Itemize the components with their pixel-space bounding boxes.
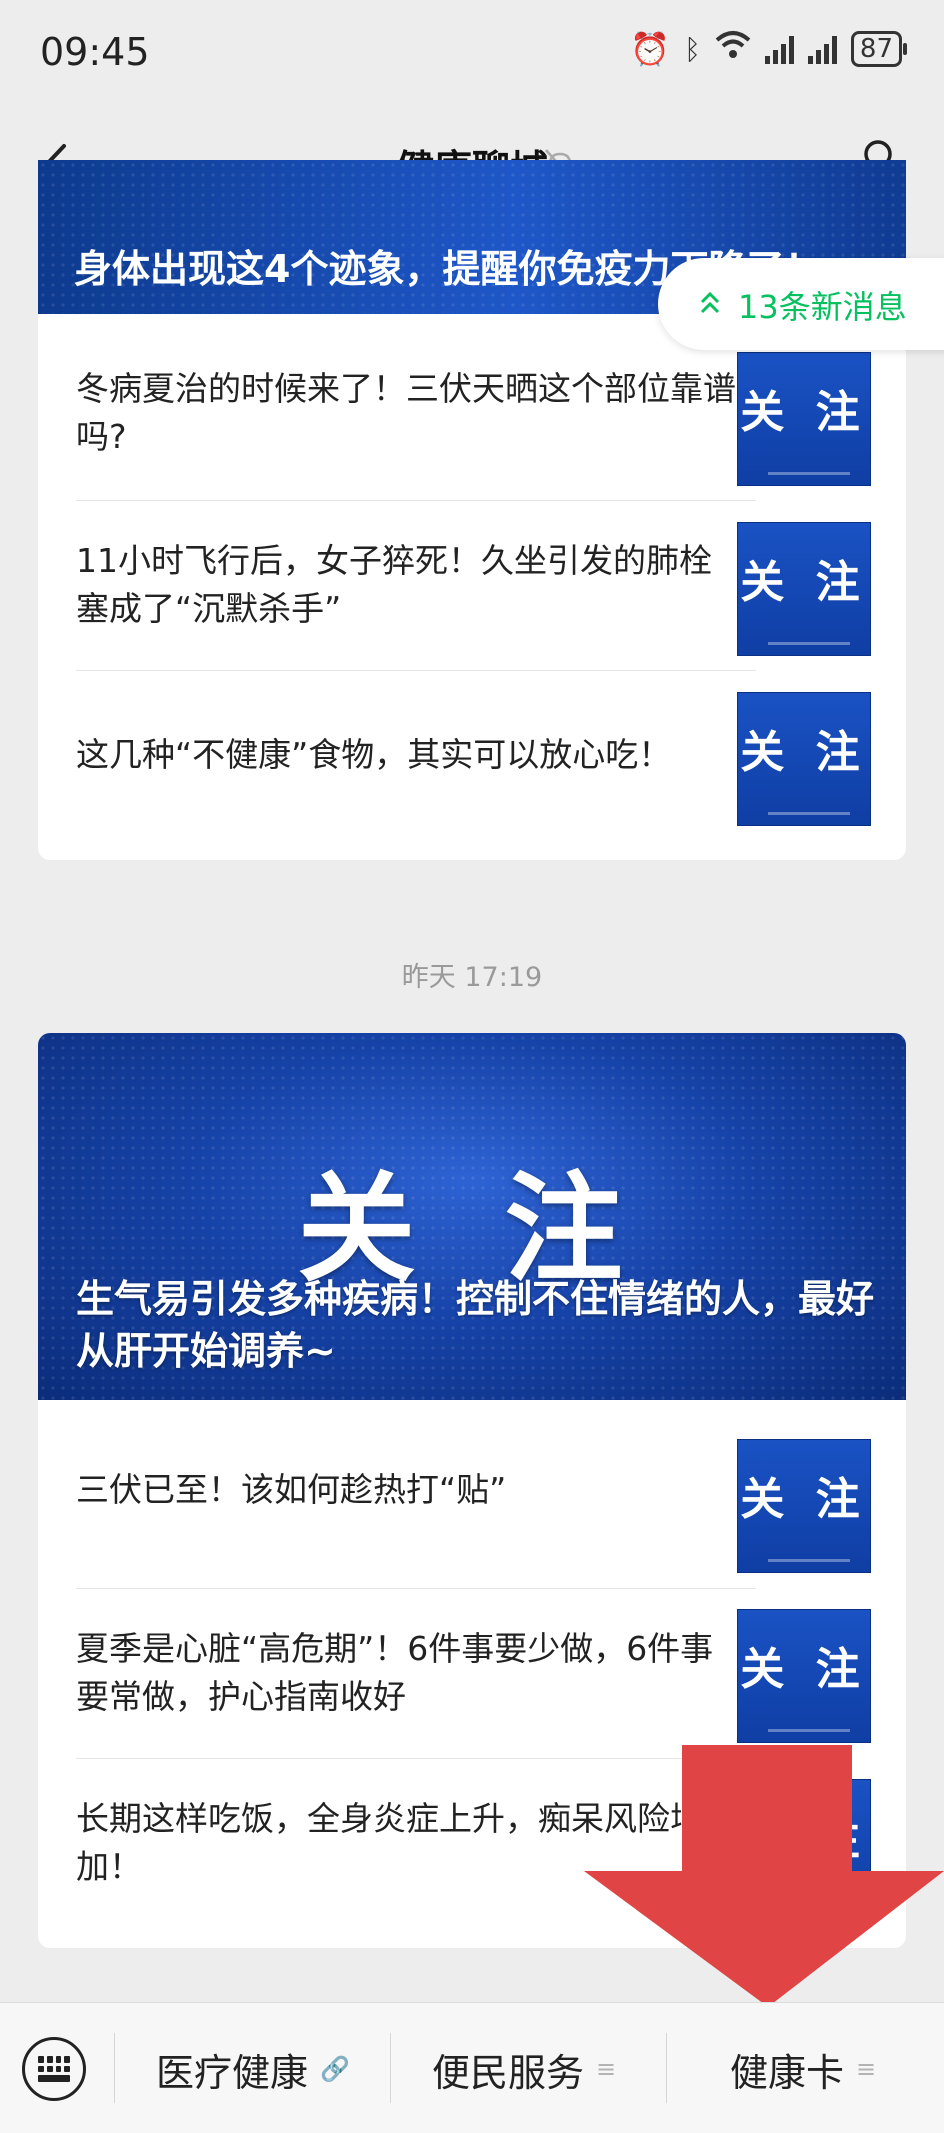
menu-icon: ≡ xyxy=(856,2055,877,2083)
article-thumbnail[interactable]: 关 注 xyxy=(737,692,871,826)
battery-indicator: 87 xyxy=(850,31,908,67)
menu-item-label: 便民服务 xyxy=(432,2050,585,2095)
status-icons: ⏰ ᛒ 87 xyxy=(630,30,908,68)
article-title: 夏季是心脏“高危期”！6件事要少做，6件事要常做，护心指南收好 xyxy=(76,1629,714,1716)
status-time: 09:45 xyxy=(40,30,150,74)
bluetooth-icon: ᛒ xyxy=(684,32,701,66)
message-timestamp: 昨天 17:19 xyxy=(401,962,543,993)
menu-item-convenience-services[interactable]: 便民服务 ≡ xyxy=(432,2041,616,2097)
status-bar: 09:45 ⏰ ᛒ 87 xyxy=(0,0,944,110)
menu-item-label: 医疗健康 xyxy=(156,2050,309,2095)
list-item[interactable]: 11小时飞行后，女子猝死！久坐引发的肺栓塞成了“沉默杀手” xyxy=(76,500,756,670)
article-banner-2[interactable]: 关 注 生气易引发多种疾病！控制不住情绪的人，最好从肝开始调养~ xyxy=(38,1033,906,1400)
menu-item-medical-health[interactable]: 医疗健康 🔗 xyxy=(156,2041,350,2097)
bottom-menu: 医疗健康 🔗 便民服务 ≡ 健康卡 ≡ xyxy=(0,2002,944,2133)
list-item[interactable]: 冬病夏治的时候来了！三伏天晒这个部位靠谱吗? xyxy=(76,328,756,498)
link-icon: 🔗 xyxy=(320,2055,350,2083)
article-thumbnail[interactable]: 关 注 xyxy=(737,1439,871,1573)
wifi-icon xyxy=(715,30,751,68)
list-item[interactable]: 夏季是心脏“高危期”！6件事要少做，6件事要常做，护心指南收好 xyxy=(76,1588,756,1758)
red-arrow-annotation xyxy=(584,1745,944,2007)
alarm-icon: ⏰ xyxy=(630,30,671,68)
banner-title-2: 生气易引发多种疾病！控制不住情绪的人，最好从肝开始调养~ xyxy=(76,1277,875,1373)
article-thumbnail[interactable]: 关 注 xyxy=(737,352,871,486)
signal-icon-2 xyxy=(807,34,837,64)
signal-icon xyxy=(764,34,794,64)
article-title: 11小时飞行后，女子猝死！久坐引发的肺栓塞成了“沉默杀手” xyxy=(76,541,712,628)
menu-item-health-card[interactable]: 健康卡 ≡ xyxy=(730,2041,876,2097)
keyboard-icon xyxy=(38,2056,70,2082)
article-title: 冬病夏治的时候来了！三伏天晒这个部位靠谱吗? xyxy=(76,369,736,456)
menu-item-label: 健康卡 xyxy=(730,2050,845,2095)
new-messages-label: 13条新消息 xyxy=(738,288,907,326)
list-item[interactable]: 三伏已至！该如何趁热打“贴” xyxy=(76,1405,756,1575)
article-title: 这几种“不健康”食物，其实可以放心吃！ xyxy=(76,735,672,774)
article-title: 三伏已至！该如何趁热打“贴” xyxy=(76,1470,507,1509)
menu-icon: ≡ xyxy=(596,2055,617,2083)
list-item[interactable]: 这几种“不健康”食物，其实可以放心吃！ xyxy=(76,670,756,840)
article-thumbnail[interactable]: 关 注 xyxy=(737,1609,871,1743)
keyboard-toggle-button[interactable] xyxy=(22,2037,86,2101)
new-messages-button[interactable]: 13条新消息 xyxy=(658,258,944,350)
double-chevron-up-icon xyxy=(700,291,720,314)
article-thumbnail[interactable]: 关 注 xyxy=(737,522,871,656)
